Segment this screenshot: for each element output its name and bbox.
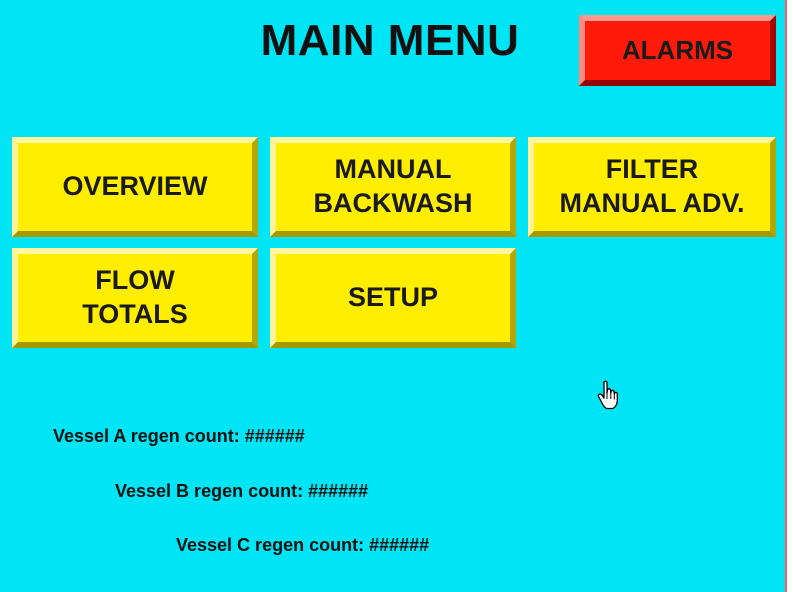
vessel-b-regen-label: Vessel B regen count:	[115, 481, 304, 501]
vessel-c-regen-count: Vessel C regen count: ######	[176, 535, 429, 556]
vessel-a-regen-value: ######	[244, 426, 305, 446]
filter-manual-adv-button[interactable]: FILTER MANUAL ADV.	[528, 137, 776, 237]
vessel-b-regen-value: ######	[308, 481, 369, 501]
right-edge-strip	[787, 0, 793, 592]
hmi-screen: MAIN MENU ALARMS OVERVIEW MANUAL BACKWAS…	[0, 0, 787, 592]
hand-pointer-icon	[597, 380, 618, 410]
page-title: MAIN MENU	[260, 16, 520, 65]
vessel-c-regen-label: Vessel C regen count:	[176, 535, 365, 555]
overview-button[interactable]: OVERVIEW	[12, 137, 258, 237]
manual-backwash-button[interactable]: MANUAL BACKWASH	[270, 137, 516, 237]
vessel-a-regen-count: Vessel A regen count: ######	[53, 426, 305, 447]
flow-totals-button[interactable]: FLOW TOTALS	[12, 248, 258, 348]
vessel-a-regen-label: Vessel A regen count:	[53, 426, 240, 446]
vessel-c-regen-value: ######	[369, 535, 430, 555]
alarms-button[interactable]: ALARMS	[579, 15, 776, 86]
setup-button[interactable]: SETUP	[270, 248, 516, 348]
vessel-b-regen-count: Vessel B regen count: ######	[115, 481, 368, 502]
